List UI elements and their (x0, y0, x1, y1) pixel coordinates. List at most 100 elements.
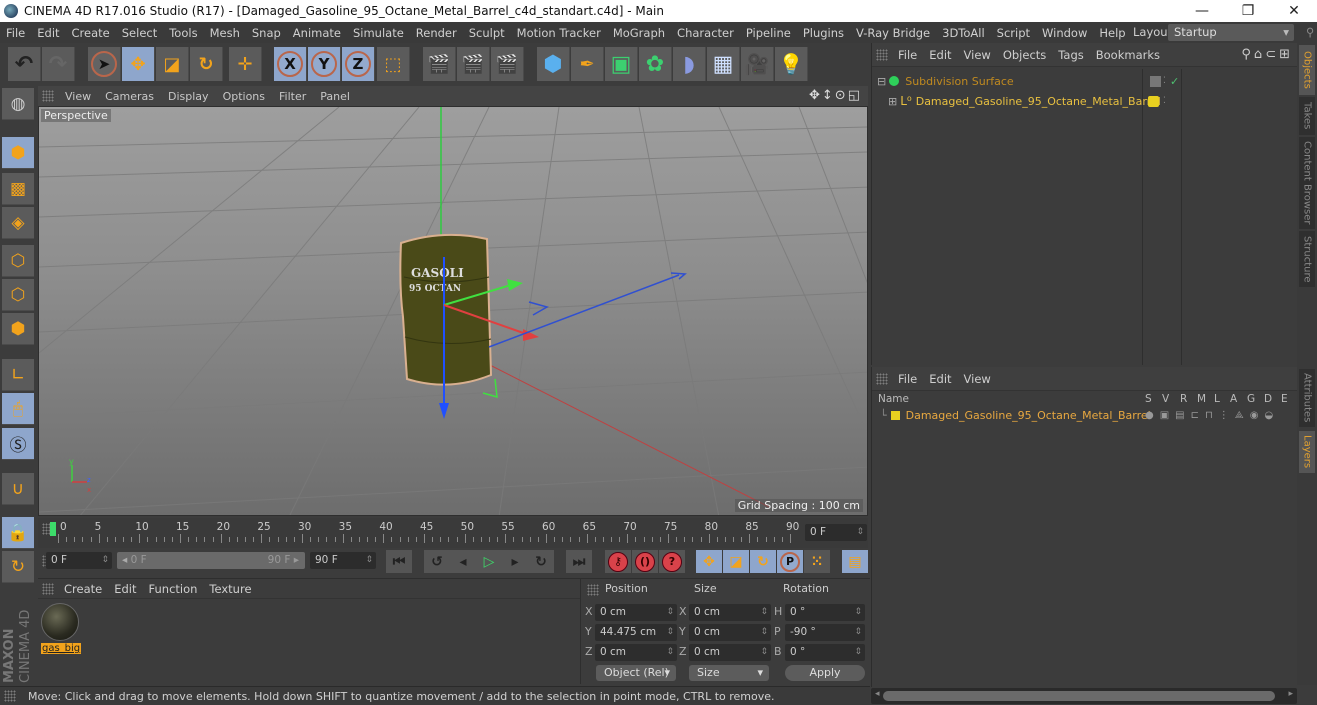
size-z-field[interactable]: 0 cm ⇕ (689, 644, 771, 661)
render-picture-viewer-button[interactable]: 🎬 (457, 47, 490, 81)
menu-mesh[interactable]: Mesh (204, 26, 246, 40)
viewport-menu-panel[interactable]: Panel (313, 90, 357, 103)
menu-pipeline[interactable]: Pipeline (740, 26, 797, 40)
x-axis-button[interactable]: X (274, 47, 307, 81)
column-a[interactable]: A (1230, 393, 1237, 405)
menu-animate[interactable]: Animate (287, 26, 347, 40)
menu-select[interactable]: Select (116, 26, 163, 40)
model-mode-button[interactable]: ⬢ (2, 137, 34, 169)
om-menu-tags[interactable]: Tags (1052, 48, 1089, 62)
enabled-check-icon[interactable]: ✓ (1170, 75, 1179, 88)
key-rotation-button[interactable]: ↻ (750, 550, 776, 573)
position-y-field[interactable]: 44.475 cm ⇕ (595, 624, 677, 641)
rotation-h-field[interactable]: 0 ° ⇕ (785, 604, 865, 621)
tab-attributes[interactable]: Attributes (1299, 369, 1315, 427)
menu-sculpt[interactable]: Sculpt (463, 26, 511, 40)
auto-keying-button[interactable]: () (632, 550, 658, 573)
object-row-barrel[interactable]: ⊞ L⁰ Damaged_Gasoline_95_Octane_Metal_Ba… (872, 91, 1298, 111)
points-mode-button[interactable]: ⬡ (2, 245, 34, 277)
object-name[interactable]: Subdivision Surface (905, 75, 1013, 88)
key-position-button[interactable]: ✥ (696, 550, 722, 573)
tweak-mode-button[interactable]: 🖱 (2, 393, 34, 425)
panel-grip-icon[interactable] (876, 372, 888, 385)
menu-plugins[interactable]: Plugins (797, 26, 850, 40)
menu-help[interactable]: Help (1093, 26, 1131, 40)
layout-select[interactable]: Startup (1168, 24, 1294, 41)
layer-row[interactable]: └ Damaged_Gasoline_95_Octane_Metal_Barre… (872, 407, 1298, 423)
mm-menu-texture[interactable]: Texture (203, 582, 257, 596)
display-tag-icon[interactable] (1150, 75, 1161, 87)
restore-button[interactable]: ❐ (1225, 0, 1271, 22)
add-spline-button[interactable]: ✒ (571, 47, 604, 81)
tab-layers[interactable]: Layers (1299, 431, 1315, 473)
orbit-view-icon[interactable]: ⊙ (835, 88, 848, 103)
go-to-start-button[interactable]: ⏮ (386, 550, 412, 573)
coordinate-system-button[interactable]: ⬚ (377, 47, 410, 81)
menu-file[interactable]: File (0, 26, 31, 40)
3d-viewport[interactable]: GASOLI 95 OCTAN y x z Perspective Grid S… (38, 106, 868, 516)
lock-workplane-button[interactable]: 🔒 (2, 517, 34, 549)
visibility-dots-icon[interactable]: ⁚ (1163, 96, 1166, 106)
viewport-menu-view[interactable]: View (58, 90, 98, 103)
om-menu-bookmarks[interactable]: Bookmarks (1090, 48, 1166, 62)
layer-color-icon[interactable] (1148, 95, 1159, 107)
panel-grip-icon[interactable] (876, 48, 888, 61)
menu-create[interactable]: Create (66, 26, 116, 40)
viewport-menu-options[interactable]: Options (216, 90, 272, 103)
om-menu-objects[interactable]: Objects (997, 48, 1052, 62)
scale-tool-button[interactable]: ◪ (156, 47, 189, 81)
horizontal-scrollbar[interactable]: ◂ ▸ (871, 688, 1297, 704)
mm-menu-function[interactable]: Function (143, 582, 204, 596)
move-tool-button[interactable]: ✥ (122, 47, 155, 81)
current-frame-field[interactable]: 0 F ⇕ (805, 524, 867, 541)
column-r[interactable]: R (1180, 393, 1187, 405)
menu-character[interactable]: Character (671, 26, 740, 40)
column-e[interactable]: E (1281, 393, 1288, 405)
column-d[interactable]: D (1264, 393, 1272, 405)
next-key-button[interactable]: ↻ (528, 550, 554, 573)
om-menu-file[interactable]: File (892, 48, 923, 62)
column-m[interactable]: M (1197, 393, 1206, 405)
lm-menu-edit[interactable]: Edit (923, 372, 957, 386)
make-editable-button[interactable]: ◍ (2, 88, 34, 120)
om-menu-view[interactable]: View (958, 48, 997, 62)
menu-snap[interactable]: Snap (246, 26, 287, 40)
timeline-ruler[interactable]: 0 5 10 15 20 25 30 35 40 45 50 55 60 65 70 75 80 85 90 0 F… (38, 518, 868, 548)
planar-workplane-button[interactable]: ↻ (2, 551, 34, 583)
column-l[interactable]: L (1214, 393, 1220, 405)
add-cube-button[interactable]: ⬢ (537, 47, 570, 81)
rotation-p-field[interactable]: -90 ° ⇕ (785, 624, 865, 641)
position-z-field[interactable]: 0 cm ⇕ (595, 644, 677, 661)
record-keys-button[interactable]: ⚷ (605, 550, 631, 573)
viewport-menu-display[interactable]: Display (161, 90, 216, 103)
next-frame-button[interactable]: ▸ (502, 550, 528, 573)
workplane-mode-button[interactable]: ◈ (2, 207, 34, 239)
close-button[interactable]: ✕ (1271, 0, 1317, 22)
rotate-tool-button[interactable]: ↻ (190, 47, 223, 81)
viewport-menu-cameras[interactable]: Cameras (98, 90, 161, 103)
coordinate-mode-dropdown[interactable]: Object (Rel) (596, 665, 676, 681)
live-selection-button[interactable]: ➤ (88, 47, 121, 81)
previous-key-button[interactable]: ↺ (424, 550, 450, 573)
scroll-right-icon[interactable]: ▸ (1288, 689, 1293, 699)
column-s[interactable]: S (1145, 393, 1152, 405)
menu-mograph[interactable]: MoGraph (607, 26, 671, 40)
object-name[interactable]: Damaged_Gasoline_95_Octane_Metal_Barrel (916, 95, 1161, 108)
start-frame-field[interactable]: 0 F ⇕ (46, 552, 112, 569)
home-icon[interactable]: ⌂ (1254, 47, 1265, 62)
material-swatch[interactable]: gas_big (41, 603, 82, 659)
om-menu-edit[interactable]: Edit (923, 48, 957, 62)
lm-menu-view[interactable]: View (958, 372, 997, 386)
zoom-view-icon[interactable]: ↕ (822, 88, 835, 103)
visibility-dots-icon[interactable]: ⁚ (1163, 76, 1166, 86)
rotation-b-field[interactable]: 0 ° ⇕ (785, 644, 865, 661)
render-view-button[interactable]: 🎬 (423, 47, 456, 81)
panel-grip-icon[interactable] (587, 584, 599, 596)
scrollbar-thumb[interactable] (883, 691, 1275, 701)
new-window-icon[interactable]: ⊞ (1279, 47, 1293, 62)
add-camera-button[interactable]: 🎥 (741, 47, 774, 81)
menu-simulate[interactable]: Simulate (347, 26, 410, 40)
polygons-mode-button[interactable]: ⬢ (2, 313, 34, 345)
menu-window[interactable]: Window (1036, 26, 1093, 40)
search-icon[interactable]: ⚲ (1241, 47, 1254, 62)
